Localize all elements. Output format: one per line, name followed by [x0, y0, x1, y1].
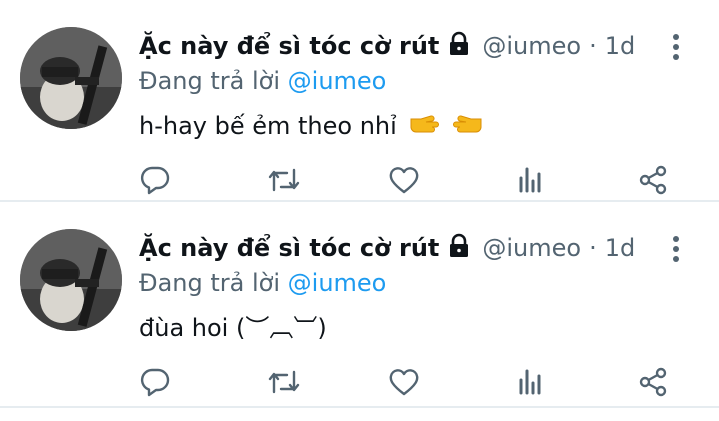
pointing-left-hand-icon	[452, 108, 484, 146]
tweet-text: h-hay bế ẻm theo nhỉ	[139, 107, 484, 145]
tweet[interactable]: Ặc này để sì tóc cờ rút @iumeo · 1d Đang…	[0, 0, 719, 202]
reply-context: Đang trả lời @iumeo	[139, 266, 386, 300]
reply-mention[interactable]: @iumeo	[288, 67, 387, 95]
tweet-actions	[0, 160, 719, 200]
tweet[interactable]: Ặc này để sì tóc cờ rút @iumeo · 1d Đang…	[0, 202, 719, 408]
share-icon[interactable]	[633, 362, 673, 402]
tweet-actions	[0, 362, 719, 402]
timestamp[interactable]: 1d	[605, 234, 636, 262]
separator: ·	[589, 234, 597, 262]
retweet-icon[interactable]	[264, 160, 304, 200]
display-name[interactable]: Ặc này để sì tóc cờ rút	[139, 32, 439, 60]
avatar[interactable]	[20, 27, 122, 129]
avatar[interactable]	[20, 229, 122, 331]
tweet-body: đùa hoi (︶︹︺)	[139, 314, 327, 342]
reply-prefix: Đang trả lời	[139, 67, 281, 95]
like-icon[interactable]	[384, 362, 424, 402]
timestamp[interactable]: 1d	[605, 32, 636, 60]
like-icon[interactable]	[384, 160, 424, 200]
analytics-icon[interactable]	[510, 362, 550, 402]
lock-icon	[446, 233, 472, 263]
retweet-icon[interactable]	[264, 362, 304, 402]
pointing-right-hand-icon	[408, 108, 440, 146]
handle[interactable]: @iumeo	[482, 234, 581, 262]
tweet-text: đùa hoi (︶︹︺)	[139, 309, 327, 347]
tweet-body: h-hay bế ẻm theo nhỉ	[139, 112, 397, 140]
display-name[interactable]: Ặc này để sì tóc cờ rút	[139, 234, 439, 262]
analytics-icon[interactable]	[510, 160, 550, 200]
lock-icon	[446, 31, 472, 61]
tweet-header: Ặc này để sì tóc cờ rút @iumeo · 1d	[139, 230, 635, 266]
tweet-header: Ặc này để sì tóc cờ rút @iumeo · 1d	[139, 28, 635, 64]
separator: ·	[589, 32, 597, 60]
reply-context: Đang trả lời @iumeo	[139, 64, 386, 98]
more-options-icon[interactable]	[668, 32, 684, 62]
more-options-icon[interactable]	[668, 234, 684, 264]
reply-prefix: Đang trả lời	[139, 269, 281, 297]
reply-icon[interactable]	[135, 362, 175, 402]
reply-icon[interactable]	[135, 160, 175, 200]
handle[interactable]: @iumeo	[482, 32, 581, 60]
reply-mention[interactable]: @iumeo	[288, 269, 387, 297]
share-icon[interactable]	[633, 160, 673, 200]
